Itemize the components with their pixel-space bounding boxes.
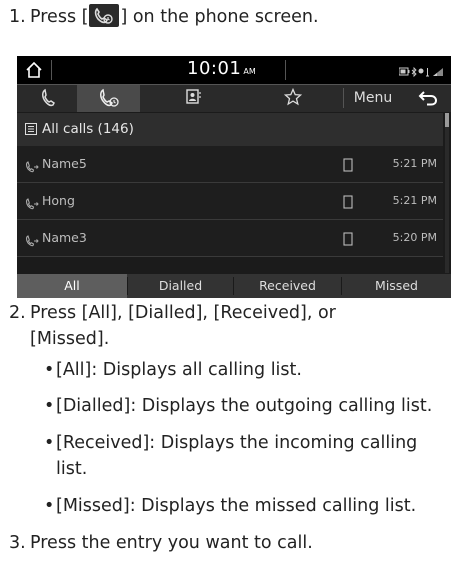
tab-dial[interactable] — [17, 84, 77, 112]
bullet-text: [All]: Displays all calling list. — [56, 360, 302, 380]
mobile-icon — [343, 231, 353, 250]
back-icon — [418, 90, 438, 110]
call-time: 5:20 PM — [392, 231, 437, 244]
call-history-icon — [99, 88, 121, 112]
tab-favourites[interactable] — [240, 84, 343, 112]
bullet-text: [Received]: Displays the incoming callin… — [56, 433, 418, 453]
mobile-icon — [343, 194, 353, 213]
tab-bar: Menu — [17, 84, 451, 112]
filter-received-button[interactable]: Received — [234, 274, 341, 298]
step-number: 3. — [9, 533, 26, 553]
call-row[interactable]: Hong 5:21 PM — [17, 183, 443, 220]
call-row[interactable]: Name5 5:21 PM — [17, 146, 443, 183]
mobile-icon — [343, 157, 353, 176]
home-icon[interactable] — [25, 61, 43, 83]
scrollbar-thumb[interactable] — [445, 113, 449, 127]
back-button[interactable] — [403, 84, 451, 112]
outgoing-call-icon — [25, 232, 39, 251]
call-row[interactable]: Name3 5:20 PM — [17, 220, 443, 257]
tab-call-history[interactable] — [77, 84, 140, 112]
step-text: Press the entry you want to call. — [30, 533, 313, 553]
star-icon — [283, 87, 303, 110]
tab-contacts[interactable] — [140, 84, 240, 112]
step-number: 2. — [9, 303, 26, 323]
outgoing-call-icon — [25, 195, 39, 214]
status-icons — [398, 63, 445, 82]
filter-missed-button[interactable]: Missed — [342, 274, 451, 298]
step-number: 1. — [9, 7, 26, 27]
filter-bar: All Dialled Received Missed — [17, 274, 451, 298]
contacts-icon — [185, 88, 203, 110]
divider — [285, 60, 286, 80]
menu-button[interactable]: Menu — [343, 84, 403, 112]
step-text: [Missed]. — [30, 329, 110, 349]
phone-screen: 10:01 AM Menu All calls (146) Name5 5:21… — [17, 56, 451, 298]
step-text: Press [All], [Dialled], [Received], or — [30, 303, 336, 323]
bullet-text: [Dialled]: Displays the outgoing calling… — [56, 396, 433, 416]
handset-icon — [39, 88, 57, 112]
divider — [17, 84, 451, 85]
call-time: 5:21 PM — [392, 157, 437, 170]
bullet-text: [Missed]: Displays the missed calling li… — [56, 496, 417, 516]
filter-dialled-button[interactable]: Dialled — [128, 274, 233, 298]
step-text-before: Press [ — [30, 7, 89, 27]
call-time: 5:21 PM — [392, 194, 437, 207]
list-header[interactable]: All calls (146) — [17, 113, 443, 146]
scrollbar[interactable] — [445, 113, 449, 273]
step-text-after: ] on the phone screen. — [120, 7, 319, 27]
call-history-icon — [89, 3, 120, 27]
filter-all-button[interactable]: All — [17, 274, 127, 298]
contact-name: Name3 — [42, 230, 87, 245]
list-icon — [25, 123, 37, 139]
bullet-text: list. — [56, 459, 88, 479]
contact-name: Hong — [42, 193, 75, 208]
contact-name: Name5 — [42, 156, 87, 171]
status-bar: 10:01 AM — [17, 56, 451, 84]
divider — [51, 60, 52, 80]
divider — [17, 256, 443, 257]
clock: 10:01 AM — [187, 58, 256, 79]
outgoing-call-icon — [25, 158, 39, 177]
list-header-label: All calls (146) — [42, 121, 134, 137]
